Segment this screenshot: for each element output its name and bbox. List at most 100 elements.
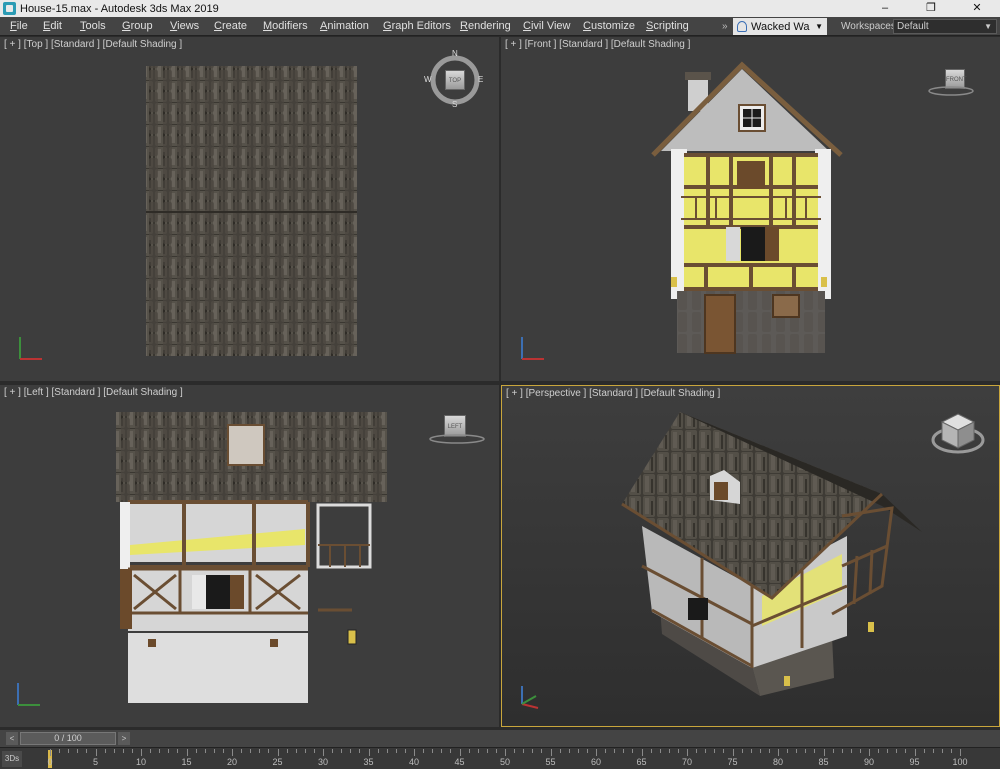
menu-overflow-button[interactable]: »	[722, 17, 728, 36]
track-tick	[559, 749, 561, 753]
menu-civil-view[interactable]: Civil View	[523, 17, 570, 36]
menu-graph-editors[interactable]: Graph Editors	[383, 17, 451, 36]
viewport-perspective[interactable]: [ + ] [Perspective ] [Standard ] [Defaul…	[501, 385, 1000, 727]
track-tick	[177, 749, 179, 753]
track-tick	[577, 749, 579, 753]
track-frame-label: 10	[135, 757, 147, 767]
track-tick	[659, 749, 661, 753]
track-tick	[586, 749, 588, 753]
track-frame-label: 85	[818, 757, 829, 767]
track-frame-label: 70	[681, 757, 693, 767]
track-tick	[222, 749, 224, 753]
track-frame-label: 5	[92, 757, 99, 767]
track-tick	[50, 749, 51, 756]
app-icon[interactable]	[3, 2, 16, 15]
viewport-left[interactable]: [ + ] [Left ] [Standard ] [Default Shadi…	[0, 385, 499, 727]
user-account-dropdown[interactable]: Wacked Wa ▼	[733, 18, 827, 35]
track-tick	[614, 749, 616, 753]
track-tick	[723, 749, 725, 753]
menu-animation[interactable]: Animation	[320, 17, 369, 36]
menu-create[interactable]: Create	[214, 17, 247, 36]
compass-south[interactable]: S	[452, 100, 457, 109]
track-tick	[486, 749, 488, 753]
track-tick	[541, 749, 543, 753]
window-title: House-15.max - Autodesk 3ds Max 2019	[20, 2, 219, 15]
viewcube-face[interactable]: TOP	[445, 70, 465, 90]
menu-scripting[interactable]: Scripting	[646, 17, 689, 36]
viewport-top[interactable]: [ + ] [Top ] [Standard ] [Default Shadin…	[0, 37, 499, 381]
track-frame-label: 30	[317, 757, 329, 767]
track-tick	[386, 749, 388, 753]
minimize-button[interactable]: –	[862, 0, 908, 17]
menu-customize[interactable]: Customize	[583, 17, 635, 36]
time-next-button[interactable]: >	[118, 732, 130, 745]
track-tick	[677, 749, 679, 753]
track-frame-label: 45	[454, 757, 465, 767]
compass-north[interactable]: N	[452, 49, 458, 58]
track-tick	[113, 749, 115, 753]
track-tick	[414, 749, 415, 756]
viewcube-left[interactable]: LEFT	[428, 415, 486, 445]
compass-west[interactable]: W	[424, 75, 432, 84]
menu-edit[interactable]: Edit	[43, 17, 62, 36]
menu-tools[interactable]: Tools	[80, 17, 106, 36]
track-tick	[787, 749, 789, 753]
time-slider-thumb[interactable]: 0 / 100	[20, 732, 116, 745]
track-tick	[395, 749, 397, 753]
maximize-button[interactable]: ❐	[908, 0, 954, 17]
track-frame-label: 55	[545, 757, 556, 767]
track-tick	[159, 749, 161, 753]
track-tick	[805, 749, 807, 753]
track-tick	[778, 749, 779, 756]
workspace-value: Default	[897, 21, 929, 32]
track-tick	[259, 749, 261, 753]
track-tick	[441, 749, 443, 753]
track-tick	[277, 749, 279, 756]
track-tick	[204, 749, 206, 753]
track-key-button[interactable]: 3Ds	[2, 751, 22, 767]
axis-tripod-icon	[521, 337, 544, 360]
track-frame-label: 20	[226, 757, 238, 767]
menu-file[interactable]: File	[10, 17, 28, 36]
track-tick	[705, 749, 707, 753]
top-view-roof	[146, 66, 357, 356]
track-tick	[332, 749, 334, 753]
track-bar[interactable]: 3Ds 0 5 10 15 20 25 30 35 40 45 50 55 60 65 70 75 80 85 90…	[0, 747, 1000, 769]
title-bar: House-15.max - Autodesk 3ds Max 2019 – ❐…	[0, 0, 1000, 17]
viewport-front[interactable]: [ + ] [Front ] [Standard ] [Default Shad…	[501, 37, 1000, 381]
workspace-select[interactable]: Default ▼	[893, 19, 997, 34]
compass-east[interactable]: E	[478, 75, 483, 84]
track-tick	[832, 749, 834, 753]
track-tick	[687, 749, 688, 756]
time-prev-button[interactable]: <	[6, 732, 18, 745]
track-tick	[960, 749, 961, 756]
close-button[interactable]: ✕	[954, 0, 1000, 17]
menu-views[interactable]: Views	[170, 17, 199, 36]
menu-group[interactable]: Group	[122, 17, 153, 36]
menu-modifiers[interactable]: Modifiers	[263, 17, 308, 36]
track-tick	[141, 749, 142, 756]
viewcube-front[interactable]: FRONT	[928, 69, 975, 99]
time-slider: < 0 / 100 >	[0, 730, 1000, 747]
track-tick	[341, 749, 343, 753]
track-tick	[468, 749, 470, 753]
axis-tripod-icon	[521, 686, 539, 709]
viewcube-top[interactable]: TOP N S W E	[424, 49, 483, 109]
track-tick	[359, 749, 361, 753]
track-tick	[923, 749, 925, 753]
track-frame-label: 60	[590, 757, 602, 767]
track-tick	[841, 749, 843, 753]
track-tick	[741, 749, 743, 753]
track-tick	[68, 749, 70, 753]
track-frame-label: 100	[952, 757, 968, 767]
track-frame-label: 40	[408, 757, 420, 767]
track-tick	[131, 749, 133, 753]
track-tick	[295, 749, 297, 753]
track-tick	[732, 749, 734, 756]
track-tick	[59, 749, 61, 753]
track-frame-label: 50	[499, 757, 511, 767]
viewcube-perspective[interactable]	[930, 410, 986, 458]
track-tick	[850, 749, 852, 753]
menu-rendering[interactable]: Rendering	[460, 17, 511, 36]
user-icon	[737, 21, 747, 32]
